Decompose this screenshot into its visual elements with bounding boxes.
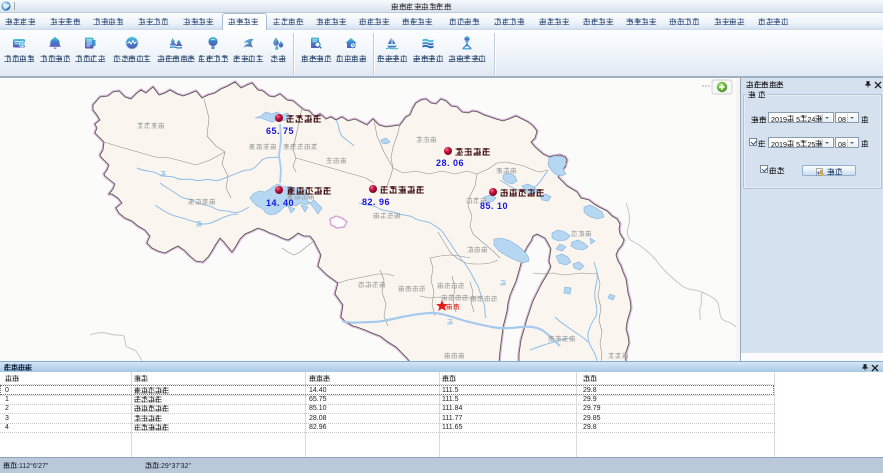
svg-text:85. 10: 85. 10 — [480, 201, 508, 211]
svg-text:82. 96: 82. 96 — [362, 197, 390, 207]
svg-text:14. 40: 14. 40 — [266, 198, 294, 208]
svg-text:65. 75: 65. 75 — [266, 126, 294, 136]
svg-text:28. 06: 28. 06 — [436, 158, 464, 168]
